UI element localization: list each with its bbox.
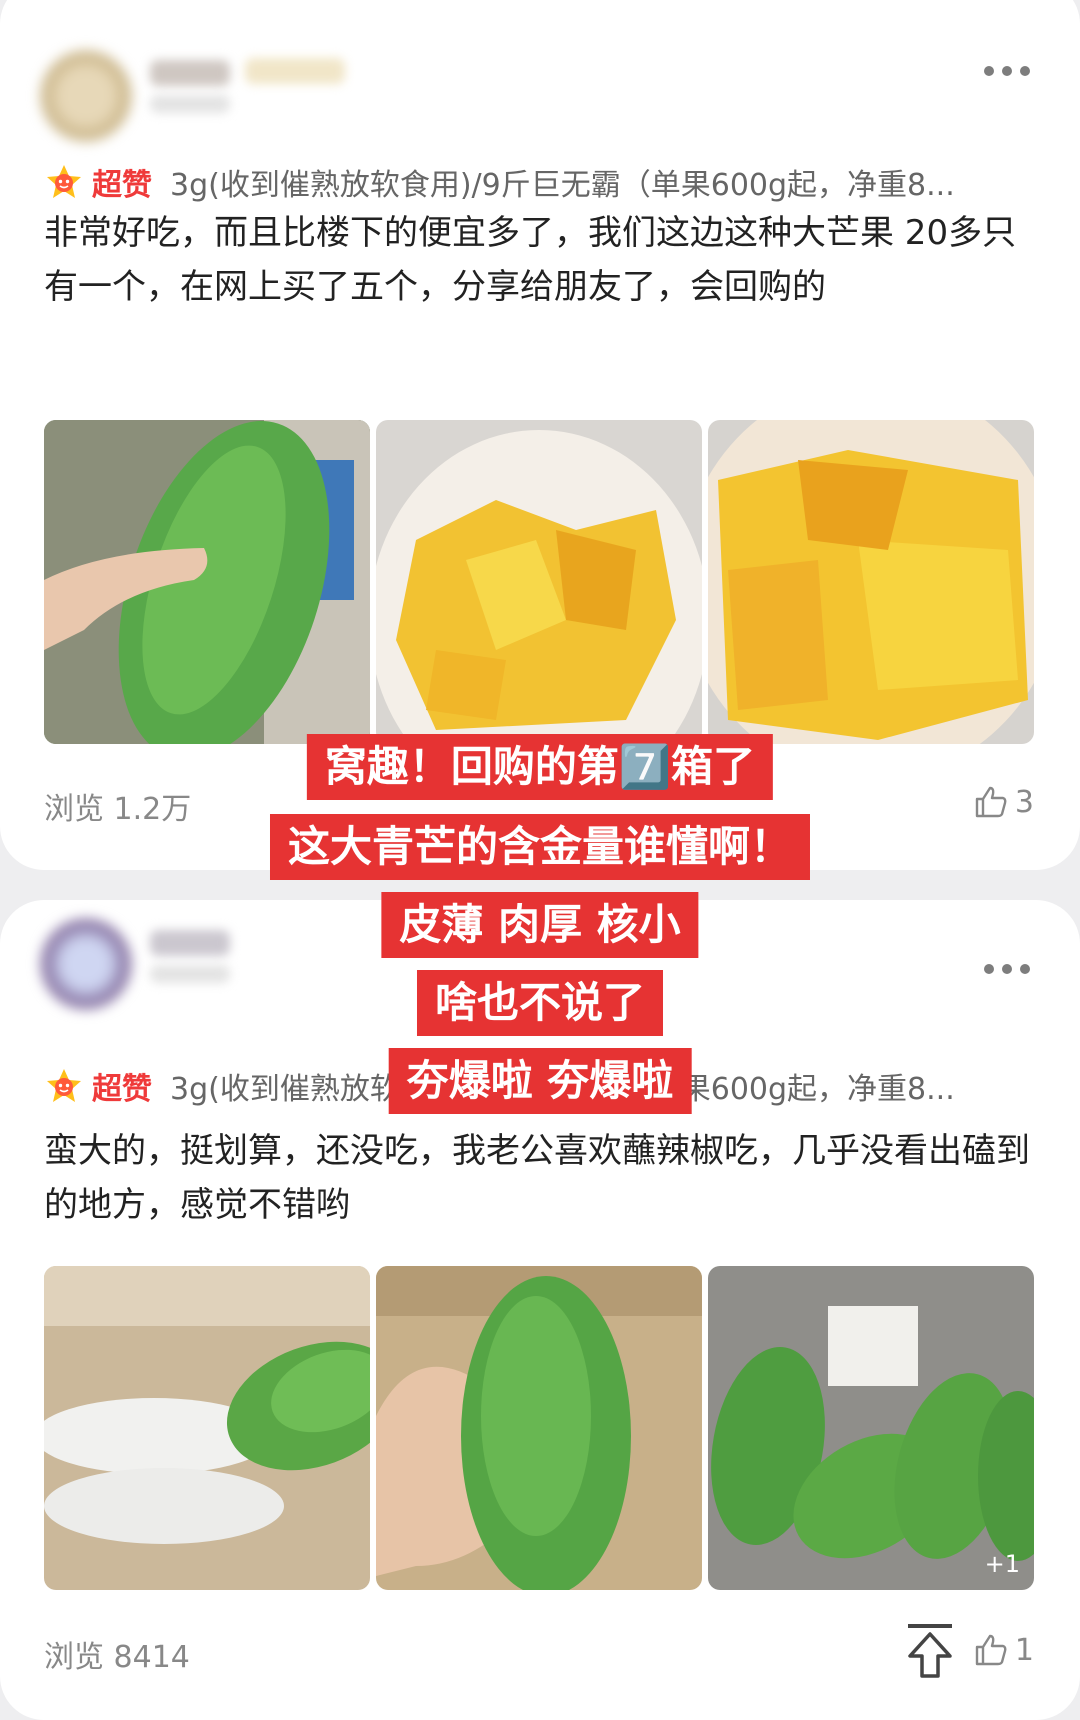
review-date-blurred (150, 95, 230, 113)
rating-badge: 超赞 (92, 1072, 152, 1107)
more-photos-count: +1 (984, 1550, 1020, 1578)
review-photo[interactable] (44, 1266, 370, 1590)
view-count: 浏览 8414 (44, 1640, 190, 1675)
rating-badge: 超赞 (92, 168, 152, 203)
product-variant: 3g(收到催熟放软食用)/9斤巨无霸（单果600g起，净重8... (170, 168, 955, 203)
caption-line: 皮薄 肉厚 核小 (381, 892, 699, 958)
caption-line: 这大青芒的含金量谁懂啊！ (269, 814, 811, 880)
star-face-icon (47, 1069, 81, 1102)
caption-line: 啥也不说了 (416, 970, 664, 1036)
review-photo[interactable]: +1 (708, 1266, 1034, 1590)
like-count: 3 (1014, 784, 1034, 820)
scroll-to-top-icon[interactable] (900, 1620, 960, 1680)
review-text: 蛮大的，挺划算，还没吃，我老公喜欢蘸辣椒吃，几乎没看出磕到的地方，感觉不错哟 (44, 1131, 1030, 1225)
caption-line: 夯爆啦 夯爆啦 (388, 1048, 692, 1114)
more-options-icon[interactable] (984, 962, 1030, 976)
like-button[interactable]: 3 (973, 784, 1034, 820)
like-count: 1 (1014, 1632, 1034, 1668)
review-date-blurred (150, 965, 230, 983)
username-blurred (150, 930, 230, 956)
review-text: 非常好吃，而且比楼下的便宜多了，我们这边这种大芒果 20多只有一个，在网上买了五… (44, 213, 1017, 307)
thumbs-up-icon (975, 786, 1007, 818)
review-photo[interactable] (376, 1266, 702, 1590)
like-button[interactable]: 1 (973, 1632, 1034, 1668)
view-count: 浏览 1.2万 (44, 792, 192, 827)
review-photo[interactable] (376, 420, 702, 744)
user-level-badge-blurred (245, 58, 345, 84)
caption-line: 窝趣！回购的第7️⃣箱了 (306, 734, 774, 800)
username-blurred (150, 60, 230, 86)
star-face-icon (47, 165, 81, 198)
review-photo[interactable] (44, 420, 370, 744)
thumbs-up-icon (975, 1634, 1007, 1666)
review-rating-row: 超赞 3g(收到催熟放软食用)/9斤巨无霸（单果600g起，净重8... (44, 160, 1034, 204)
user-avatar[interactable] (40, 918, 132, 1010)
review-photo[interactable] (708, 420, 1034, 744)
user-avatar[interactable] (40, 50, 132, 142)
more-options-icon[interactable] (984, 64, 1030, 78)
